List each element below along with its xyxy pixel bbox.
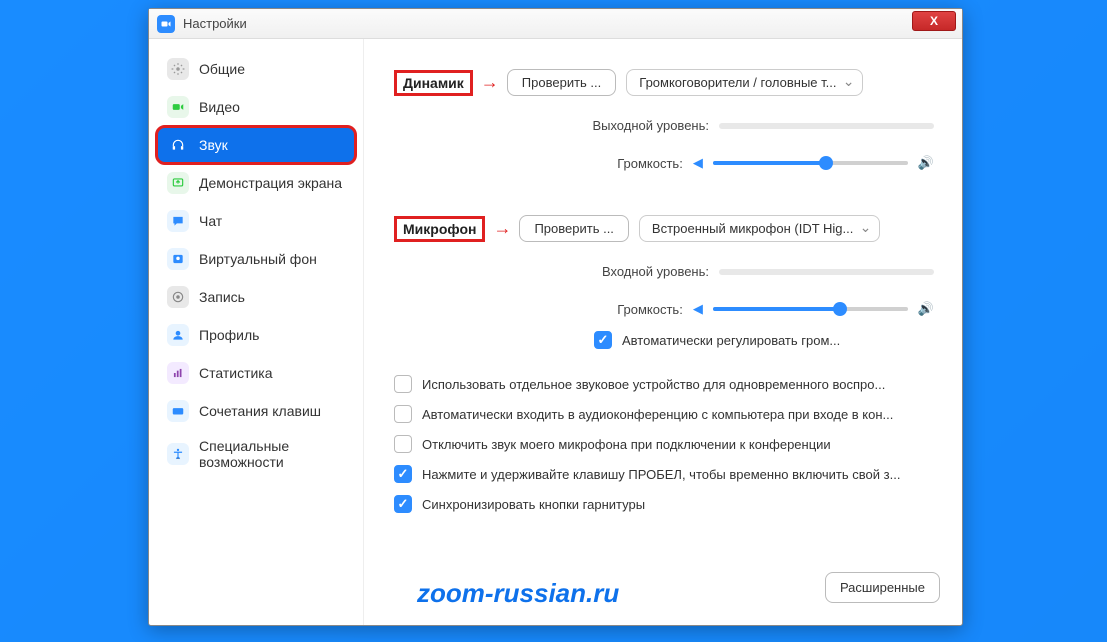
option-label: Автоматически входить в аудиоконференцию…: [422, 407, 893, 422]
sidebar-item-label: Запись: [199, 289, 245, 305]
microphone-volume-slider[interactable]: [713, 307, 908, 311]
speaker-volume-label: Громкость:: [617, 156, 683, 171]
microphone-device-dropdown[interactable]: Встроенный микрофон (IDT Hig...: [639, 215, 880, 242]
stats-icon: [167, 362, 189, 384]
option-row: Использовать отдельное звуковое устройст…: [394, 375, 934, 393]
volume-low-icon: ◀: [693, 301, 703, 317]
speaker-row: Динамик → Проверить ... Громкоговорители…: [394, 69, 934, 96]
microphone-section-label: Микрофон: [394, 216, 485, 242]
option-checkbox[interactable]: [394, 405, 412, 423]
sidebar-item-label: Статистика: [199, 365, 273, 381]
volume-low-icon: ◀: [693, 155, 703, 171]
option-row: Отключить звук моего микрофона при подкл…: [394, 435, 934, 453]
arrow-icon: →: [493, 218, 511, 239]
option-row: Нажмите и удерживайте клавишу ПРОБЕЛ, чт…: [394, 465, 934, 483]
option-checkbox[interactable]: [394, 375, 412, 393]
option-row: Автоматически входить в аудиоконференцию…: [394, 405, 934, 423]
option-label: Отключить звук моего микрофона при подкл…: [422, 437, 831, 452]
output-level-meter: [719, 123, 934, 129]
option-label: Использовать отдельное звуковое устройст…: [422, 377, 885, 392]
sidebar-item-label: Видео: [199, 99, 240, 115]
sidebar-item-stats[interactable]: Статистика: [157, 355, 355, 391]
sidebar-item-video[interactable]: Видео: [157, 89, 355, 125]
speaker-device-dropdown[interactable]: Громкоговорители / головные т...: [626, 69, 863, 96]
titlebar: Настройки X: [149, 9, 962, 39]
profile-icon: [167, 324, 189, 346]
bg-icon: [167, 248, 189, 270]
sidebar-item-record[interactable]: Запись: [157, 279, 355, 315]
arrow-icon: →: [481, 72, 499, 93]
output-level-label: Выходной уровень:: [592, 118, 709, 133]
close-button[interactable]: X: [912, 11, 956, 31]
volume-high-icon: 🔊: [918, 301, 934, 317]
sidebar-item-label: Звук: [199, 137, 228, 153]
option-row: Синхронизировать кнопки гарнитуры: [394, 495, 934, 513]
settings-window: Настройки X Общие Видео Звук Демонстрация э…: [148, 8, 963, 626]
sidebar-item-label: Профиль: [199, 327, 259, 343]
option-checkbox[interactable]: [394, 435, 412, 453]
microphone-volume-row: Громкость: ◀ 🔊: [394, 301, 934, 317]
content-pane: Динамик → Проверить ... Громкоговорители…: [364, 39, 962, 625]
speaker-volume-row: Громкость: ◀ 🔊: [394, 155, 934, 171]
sidebar-item-label: Сочетания клавиш: [199, 403, 321, 419]
speaker-volume-slider[interactable]: [713, 161, 908, 165]
sidebar-item-label: Специальные возможности: [199, 438, 345, 470]
volume-high-icon: 🔊: [918, 155, 934, 171]
sidebar-item-bg[interactable]: Виртуальный фон: [157, 241, 355, 277]
gear-icon: [167, 58, 189, 80]
option-checkbox[interactable]: [394, 495, 412, 513]
advanced-button[interactable]: Расширенные: [825, 572, 940, 603]
keyboard-icon: [167, 400, 189, 422]
app-icon: [157, 15, 175, 33]
watermark: zoom-russian.ru: [417, 578, 619, 609]
option-checkbox[interactable]: [394, 465, 412, 483]
microphone-row: Микрофон → Проверить ... Встроенный микр…: [394, 215, 934, 242]
sidebar-item-label: Виртуальный фон: [199, 251, 317, 267]
sidebar-item-headphones[interactable]: Звук: [157, 127, 355, 163]
microphone-volume-label: Громкость:: [617, 302, 683, 317]
sidebar-item-share[interactable]: Демонстрация экрана: [157, 165, 355, 201]
sidebar-item-label: Общие: [199, 61, 245, 77]
auto-adjust-row: Автоматически регулировать гром...: [594, 331, 934, 349]
sidebar-item-label: Чат: [199, 213, 222, 229]
microphone-test-button[interactable]: Проверить ...: [519, 215, 628, 242]
input-level-label: Входной уровень:: [602, 264, 709, 279]
option-label: Нажмите и удерживайте клавишу ПРОБЕЛ, чт…: [422, 467, 900, 482]
microphone-input-level-row: Входной уровень:: [394, 264, 934, 279]
speaker-test-button[interactable]: Проверить ...: [507, 69, 616, 96]
record-icon: [167, 286, 189, 308]
speaker-section-label: Динамик: [394, 70, 473, 96]
share-icon: [167, 172, 189, 194]
sidebar-item-keyboard[interactable]: Сочетания клавиш: [157, 393, 355, 429]
sidebar-item-gear[interactable]: Общие: [157, 51, 355, 87]
auto-adjust-checkbox[interactable]: [594, 331, 612, 349]
sidebar-item-label: Демонстрация экрана: [199, 175, 342, 191]
auto-adjust-label: Автоматически регулировать гром...: [622, 333, 840, 348]
sidebar-item-profile[interactable]: Профиль: [157, 317, 355, 353]
speaker-output-level-row: Выходной уровень:: [394, 118, 934, 133]
sidebar-item-access[interactable]: Специальные возможности: [157, 431, 355, 477]
video-icon: [167, 96, 189, 118]
sidebar-item-chat[interactable]: Чат: [157, 203, 355, 239]
sidebar: Общие Видео Звук Демонстрация экрана Чат Вирт…: [149, 39, 364, 625]
input-level-meter: [719, 269, 934, 275]
access-icon: [167, 443, 189, 465]
window-title: Настройки: [183, 16, 247, 31]
close-icon: X: [930, 14, 938, 28]
option-label: Синхронизировать кнопки гарнитуры: [422, 497, 645, 512]
headphones-icon: [167, 134, 189, 156]
chat-icon: [167, 210, 189, 232]
